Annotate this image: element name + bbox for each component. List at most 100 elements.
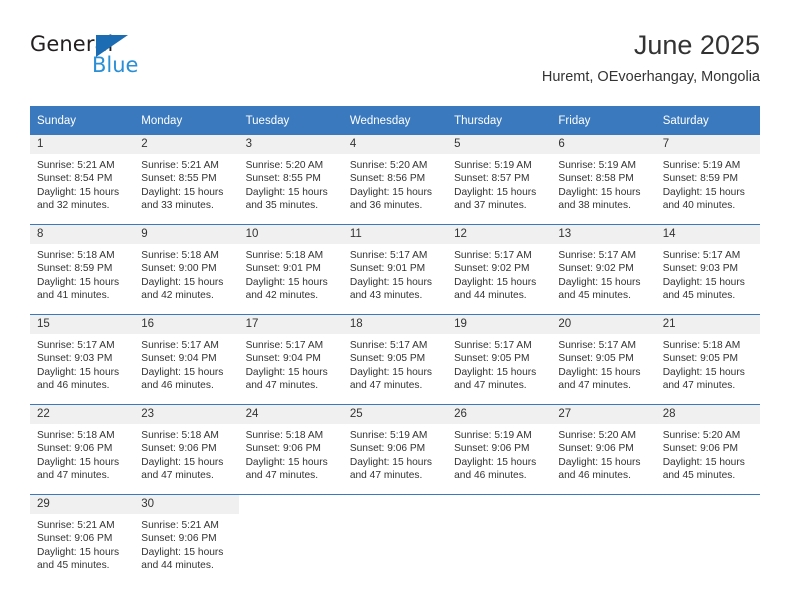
calendar-day-cell[interactable]: 15 Sunrise: 5:17 AM Sunset: 9:03 PM Dayligh… xyxy=(30,314,135,405)
day-number xyxy=(239,495,343,514)
day-number: 5 xyxy=(447,135,552,154)
title-block: June 2025 Huremt, OEvoerhangay, Mongolia xyxy=(542,28,760,88)
calendar-day-cell[interactable]: 13 Sunrise: 5:17 AM Sunset: 9:02 PM Dayligh… xyxy=(551,224,656,315)
calendar-day-cell[interactable]: 18 Sunrise: 5:17 AM Sunset: 9:05 PM Dayligh… xyxy=(342,314,448,405)
weekday-header-tuesday: Tuesday xyxy=(238,106,343,135)
day-cell-inner: 12 Sunrise: 5:17 AM Sunset: 9:02 PM Dayligh… xyxy=(447,225,552,314)
daylight-duration-line1: Daylight: 15 hours xyxy=(349,366,432,378)
sunset-time: Sunset: 9:05 PM xyxy=(454,353,530,365)
daylight-duration-line2: and 47 minutes. xyxy=(558,380,631,392)
sunset-time: Sunset: 8:58 PM xyxy=(558,173,634,185)
calendar-day-cell[interactable]: 29 Sunrise: 5:21 AM Sunset: 9:06 PM Dayligh… xyxy=(30,494,135,584)
day-cell-inner: 22 Sunrise: 5:18 AM Sunset: 9:06 PM Dayligh… xyxy=(30,405,135,494)
sunset-time: Sunset: 9:06 PM xyxy=(558,443,634,455)
day-cell-inner: 8 Sunrise: 5:18 AM Sunset: 8:59 PM Daylight… xyxy=(30,225,135,314)
sunrise-time: Sunrise: 5:19 AM xyxy=(454,160,532,171)
calendar-day-cell[interactable]: 6 Sunrise: 5:19 AM Sunset: 8:58 PM Daylight… xyxy=(551,135,656,225)
day-number: 18 xyxy=(342,315,448,334)
calendar-day-cell[interactable]: 1 Sunrise: 5:21 AM Sunset: 8:54 PM Daylight… xyxy=(30,135,135,225)
calendar-day-cell[interactable]: 2 Sunrise: 5:21 AM Sunset: 8:55 PM Daylight… xyxy=(134,135,239,225)
calendar-day-cell[interactable]: 3 Sunrise: 5:20 AM Sunset: 8:55 PM Daylight… xyxy=(238,135,343,225)
calendar-body: 1 Sunrise: 5:21 AM Sunset: 8:54 PM Daylight… xyxy=(30,135,760,584)
day-number: 15 xyxy=(30,315,135,334)
sunset-time: Sunset: 8:59 PM xyxy=(37,263,113,275)
day-details: Sunrise: 5:18 AM Sunset: 9:00 PM Daylight:… xyxy=(134,244,238,303)
day-details: Sunrise: 5:17 AM Sunset: 9:02 PM Daylight:… xyxy=(551,244,655,303)
daylight-duration-line1: Daylight: 15 hours xyxy=(558,456,641,468)
daylight-duration-line1: Daylight: 15 hours xyxy=(141,276,224,288)
day-number xyxy=(343,495,447,514)
day-cell-inner: 24 Sunrise: 5:18 AM Sunset: 9:06 PM Dayligh… xyxy=(238,405,343,494)
calendar-day-cell[interactable]: 16 Sunrise: 5:17 AM Sunset: 9:04 PM Dayligh… xyxy=(134,314,239,405)
daylight-duration-line1: Daylight: 15 hours xyxy=(454,186,537,198)
daylight-duration-line2: and 47 minutes. xyxy=(245,470,319,482)
daylight-duration-line1: Daylight: 15 hours xyxy=(141,186,224,198)
calendar-day-cell[interactable]: 21 Sunrise: 5:18 AM Sunset: 9:05 PM Dayligh… xyxy=(655,314,760,405)
day-number: 8 xyxy=(30,225,135,244)
sunrise-time: Sunrise: 5:17 AM xyxy=(141,340,219,351)
day-details: Sunrise: 5:17 AM Sunset: 9:05 PM Daylight:… xyxy=(343,334,447,393)
day-number: 28 xyxy=(655,405,760,424)
day-details: Sunrise: 5:20 AM Sunset: 9:06 PM Daylight:… xyxy=(551,424,655,483)
page-title: June 2025 xyxy=(633,30,760,60)
calendar-day-cell[interactable]: 4 Sunrise: 5:20 AM Sunset: 8:56 PM Daylight… xyxy=(342,135,448,225)
calendar-day-cell[interactable]: 24 Sunrise: 5:18 AM Sunset: 9:06 PM Dayligh… xyxy=(238,404,343,495)
day-details: Sunrise: 5:17 AM Sunset: 9:01 PM Daylight:… xyxy=(343,244,447,303)
day-number: 20 xyxy=(551,315,656,334)
calendar-day-cell xyxy=(551,494,656,584)
calendar-day-cell[interactable]: 25 Sunrise: 5:19 AM Sunset: 9:06 PM Dayligh… xyxy=(342,404,448,495)
day-number: 13 xyxy=(551,225,656,244)
day-details: Sunrise: 5:20 AM Sunset: 8:55 PM Daylight:… xyxy=(239,154,343,213)
calendar-day-cell[interactable]: 9 Sunrise: 5:18 AM Sunset: 9:00 PM Daylight… xyxy=(134,224,239,315)
calendar-day-cell[interactable]: 10 Sunrise: 5:18 AM Sunset: 9:01 PM Dayligh… xyxy=(238,224,343,315)
daylight-duration-line2: and 46 minutes. xyxy=(141,380,214,392)
sunset-time: Sunset: 9:05 PM xyxy=(349,353,426,365)
sunset-time: Sunset: 9:06 PM xyxy=(37,533,113,545)
calendar-week-row: 29 Sunrise: 5:21 AM Sunset: 9:06 PM Dayligh… xyxy=(30,494,760,584)
calendar-day-cell[interactable]: 26 Sunrise: 5:19 AM Sunset: 9:06 PM Dayligh… xyxy=(447,404,552,495)
calendar-day-cell[interactable]: 19 Sunrise: 5:17 AM Sunset: 9:05 PM Dayligh… xyxy=(447,314,552,405)
day-details: Sunrise: 5:18 AM Sunset: 9:05 PM Daylight:… xyxy=(656,334,760,393)
day-number: 14 xyxy=(655,225,760,244)
calendar-day-cell[interactable]: 20 Sunrise: 5:17 AM Sunset: 9:05 PM Dayligh… xyxy=(551,314,656,405)
calendar-day-cell[interactable]: 7 Sunrise: 5:19 AM Sunset: 8:59 PM Daylight… xyxy=(655,135,760,225)
sunrise-time: Sunrise: 5:18 AM xyxy=(245,250,324,261)
daylight-duration-line2: and 47 minutes. xyxy=(662,380,736,392)
sunrise-time: Sunrise: 5:17 AM xyxy=(245,340,324,351)
daylight-duration-line2: and 47 minutes. xyxy=(349,380,423,392)
generalblue-logo[interactable]: General Blue xyxy=(30,32,210,88)
day-cell-inner: 17 Sunrise: 5:17 AM Sunset: 9:04 PM Dayligh… xyxy=(238,315,343,404)
calendar-day-cell[interactable]: 28 Sunrise: 5:20 AM Sunset: 9:06 PM Dayligh… xyxy=(655,404,760,495)
calendar-day-cell[interactable]: 22 Sunrise: 5:18 AM Sunset: 9:06 PM Dayligh… xyxy=(30,404,135,495)
day-details: Sunrise: 5:18 AM Sunset: 8:59 PM Daylight:… xyxy=(30,244,134,303)
day-number: 16 xyxy=(134,315,239,334)
daylight-duration-line2: and 45 minutes. xyxy=(558,290,631,302)
calendar-day-cell[interactable]: 27 Sunrise: 5:20 AM Sunset: 9:06 PM Dayligh… xyxy=(551,404,656,495)
calendar-day-cell[interactable]: 23 Sunrise: 5:18 AM Sunset: 9:06 PM Dayligh… xyxy=(134,404,239,495)
sunset-time: Sunset: 9:06 PM xyxy=(141,443,217,455)
day-details: Sunrise: 5:21 AM Sunset: 8:54 PM Daylight:… xyxy=(30,154,134,213)
day-cell-inner: 4 Sunrise: 5:20 AM Sunset: 8:56 PM Daylight… xyxy=(342,135,448,224)
sunrise-time: Sunrise: 5:19 AM xyxy=(454,430,532,441)
daylight-duration-line2: and 45 minutes. xyxy=(662,470,736,482)
daylight-duration-line2: and 46 minutes. xyxy=(558,470,631,482)
calendar-day-cell[interactable]: 5 Sunrise: 5:19 AM Sunset: 8:57 PM Daylight… xyxy=(447,135,552,225)
calendar-day-cell[interactable]: 30 Sunrise: 5:21 AM Sunset: 9:06 PM Dayligh… xyxy=(134,494,239,584)
day-cell-inner: 13 Sunrise: 5:17 AM Sunset: 9:02 PM Dayligh… xyxy=(551,225,656,314)
daylight-duration-line1: Daylight: 15 hours xyxy=(454,366,537,378)
calendar-day-cell[interactable]: 8 Sunrise: 5:18 AM Sunset: 8:59 PM Daylight… xyxy=(30,224,135,315)
day-number: 1 xyxy=(30,135,135,154)
day-number: 17 xyxy=(238,315,343,334)
calendar-day-cell[interactable]: 17 Sunrise: 5:17 AM Sunset: 9:04 PM Dayligh… xyxy=(238,314,343,405)
calendar-day-cell[interactable]: 14 Sunrise: 5:17 AM Sunset: 9:03 PM Dayligh… xyxy=(655,224,760,315)
day-details: Sunrise: 5:18 AM Sunset: 9:06 PM Daylight:… xyxy=(239,424,343,483)
day-number: 3 xyxy=(238,135,343,154)
day-details: Sunrise: 5:17 AM Sunset: 9:05 PM Daylight:… xyxy=(447,334,551,393)
day-details: Sunrise: 5:17 AM Sunset: 9:02 PM Daylight:… xyxy=(447,244,551,303)
day-details xyxy=(551,514,655,519)
daylight-duration-line2: and 33 minutes. xyxy=(141,200,214,212)
calendar-day-cell[interactable]: 12 Sunrise: 5:17 AM Sunset: 9:02 PM Dayligh… xyxy=(447,224,552,315)
calendar-day-cell[interactable]: 11 Sunrise: 5:17 AM Sunset: 9:01 PM Dayligh… xyxy=(342,224,448,315)
day-details: Sunrise: 5:21 AM Sunset: 9:06 PM Daylight:… xyxy=(30,514,134,573)
day-cell-inner xyxy=(656,495,760,584)
